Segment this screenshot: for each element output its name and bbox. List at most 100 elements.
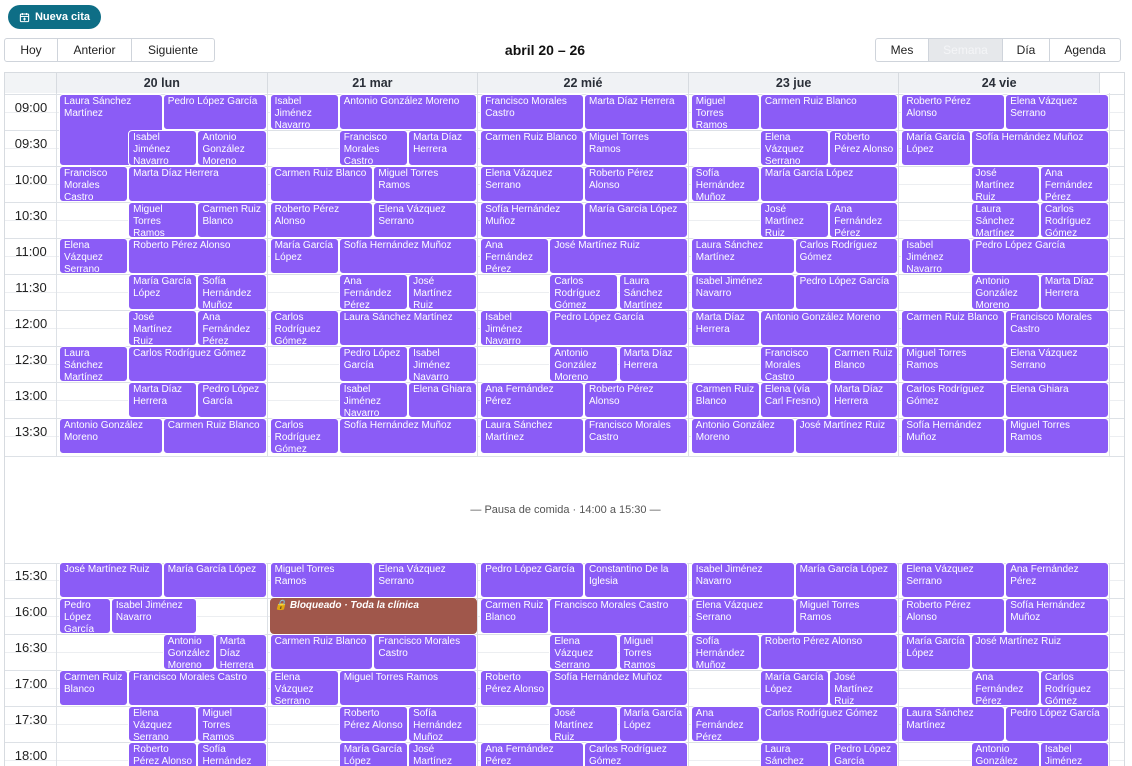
appointment-event[interactable]: Carlos Rodríguez Gómez — [901, 382, 1006, 418]
appointment-event[interactable]: Sofía Hernández Muñoz — [197, 274, 267, 310]
appointment-event[interactable]: Constantino De la Iglesia — [584, 562, 688, 598]
appointment-event[interactable]: María García López — [584, 202, 688, 238]
appointment-event[interactable]: Ana Fernández Pérez — [197, 310, 267, 346]
appointment-event[interactable]: Pedro López García — [197, 382, 267, 418]
appointment-event[interactable]: Francisco Morales Castro — [759, 346, 830, 382]
appointment-event[interactable]: Ana Fernández Pérez — [1039, 166, 1109, 202]
appointment-event[interactable]: Carmen Ruiz Blanco — [759, 94, 899, 130]
appointment-event[interactable]: Elena Ghiara — [1005, 382, 1109, 418]
appointment-event[interactable]: José Martínez Ruiz — [408, 274, 478, 310]
appointment-event[interactable]: Roberto Pérez Alonso — [901, 94, 1006, 130]
appointment-event[interactable]: José Martínez Ruiz — [794, 418, 899, 454]
appointment-event[interactable]: Isabel Jiménez Navarro — [690, 274, 795, 310]
view-week-button[interactable]: Semana — [928, 38, 1003, 62]
appointment-event[interactable]: Roberto Pérez Alonso — [584, 382, 688, 418]
previous-button[interactable]: Anterior — [57, 38, 132, 62]
appointment-event[interactable]: Sofía Hernández Muñoz — [338, 418, 478, 454]
appointment-event[interactable]: Roberto Pérez Alonso — [759, 634, 899, 670]
appointment-event[interactable]: Roberto Pérez Alonso — [128, 742, 198, 766]
appointment-event[interactable]: Isabel Jiménez Navarro — [408, 346, 478, 382]
appointment-event[interactable]: Marta Díaz Herrera — [1039, 274, 1109, 310]
appointment-event[interactable]: Francisco Morales Castro — [128, 670, 267, 706]
appointment-event[interactable]: Antonio González Moreno — [690, 418, 795, 454]
appointment-event[interactable]: Ana Fernández Pérez — [970, 670, 1040, 706]
appointment-event[interactable]: Carmen Ruiz Blanco — [197, 202, 267, 238]
appointment-event[interactable]: Antonio González Moreno — [549, 346, 619, 382]
appointment-event[interactable]: Isabel Jiménez Navarro — [1039, 742, 1109, 766]
appointment-event[interactable]: Isabel Jiménez Navarro — [901, 238, 971, 274]
appointment-event[interactable]: Miguel Torres Ramos — [794, 598, 899, 634]
appointment-event[interactable]: Pedro López García — [59, 598, 111, 634]
appointment-event[interactable]: Carlos Rodríguez Gómez — [269, 310, 339, 346]
appointment-event[interactable]: Ana Fernández Pérez — [690, 706, 760, 742]
appointment-event[interactable]: Carmen Ruiz Blanco — [480, 598, 550, 634]
appointment-event[interactable]: Elena Vázquez Serrano — [480, 166, 584, 202]
appointment-event[interactable]: Pedro López García — [338, 346, 408, 382]
appointment-event[interactable]: Carlos Rodríguez Gómez — [1039, 202, 1109, 238]
appointment-event[interactable]: Elena Vázquez Serrano — [373, 562, 478, 598]
appointment-event[interactable]: Carmen Ruiz Blanco — [162, 418, 267, 454]
day-header[interactable]: 21 mar — [267, 73, 479, 93]
appointment-event[interactable]: Roberto Pérez Alonso — [584, 166, 688, 202]
next-button[interactable]: Siguiente — [131, 38, 215, 62]
appointment-event[interactable]: María García López — [269, 238, 339, 274]
appointment-event[interactable]: Pedro López García — [162, 94, 267, 130]
appointment-event[interactable]: Elena Vázquez Serrano — [1005, 346, 1109, 382]
appointment-event[interactable]: María García López — [338, 742, 408, 766]
appointment-event[interactable]: Ana Fernández Pérez — [480, 238, 550, 274]
appointment-event[interactable]: Marta Díaz Herrera — [690, 310, 760, 346]
appointment-event[interactable]: Antonio González Moreno — [162, 634, 215, 670]
appointment-event[interactable]: Isabel Jiménez Navarro — [269, 94, 339, 130]
appointment-event[interactable]: María García López — [162, 562, 267, 598]
appointment-event[interactable]: Antonio González Moreno — [970, 742, 1040, 766]
appointment-event[interactable]: Roberto Pérez Alonso — [829, 130, 899, 166]
appointment-event[interactable]: Ana Fernández Pérez — [338, 274, 408, 310]
appointment-event[interactable]: Carlos Rodríguez Gómez — [269, 418, 339, 454]
appointment-event[interactable]: Sofía Hernández Muñoz — [1005, 598, 1109, 634]
appointment-event[interactable]: Carlos Rodríguez Gómez — [1039, 670, 1109, 706]
appointment-event[interactable]: Antonio González Moreno — [759, 310, 899, 346]
appointment-event[interactable]: Francisco Morales Castro — [480, 94, 584, 130]
appointment-event[interactable]: Miguel Torres Ramos — [690, 94, 760, 130]
appointment-event[interactable]: Isabel Jiménez Navarro — [110, 598, 198, 634]
view-month-button[interactable]: Mes — [875, 38, 929, 62]
appointment-event[interactable]: Francisco Morales Castro — [373, 634, 478, 670]
appointment-event[interactable]: Miguel Torres Ramos — [901, 346, 1006, 382]
new-appointment-button[interactable]: Nueva cita — [8, 5, 101, 29]
appointment-event[interactable]: María García López — [618, 706, 688, 742]
appointment-event[interactable]: Elena Ghiara — [408, 382, 478, 418]
appointment-event[interactable]: Antonio González Moreno — [338, 94, 478, 130]
appointment-event[interactable]: Carmen Ruiz Blanco — [480, 130, 584, 166]
appointment-event[interactable]: Miguel Torres Ramos — [373, 166, 478, 202]
appointment-event[interactable]: Laura Sánchez Martínez — [338, 310, 478, 346]
appointment-event[interactable]: Marta Díaz Herrera — [128, 166, 267, 202]
appointment-event[interactable]: Miguel Torres Ramos — [338, 670, 478, 706]
appointment-event[interactable]: Francisco Morales Castro — [1005, 310, 1109, 346]
appointment-event[interactable]: Pedro López García — [794, 274, 899, 310]
appointment-event[interactable]: Sofía Hernández Muñoz — [338, 238, 478, 274]
appointment-event[interactable]: María García López — [128, 274, 198, 310]
appointment-event[interactable]: Isabel Jiménez Navarro — [128, 130, 198, 166]
day-header[interactable]: 22 mié — [478, 73, 689, 93]
appointment-event[interactable]: María García López — [759, 670, 830, 706]
appointment-event[interactable]: Elena Vázquez Serrano — [269, 670, 339, 706]
appointment-event[interactable]: Pedro López García — [829, 742, 899, 766]
appointment-event[interactable]: Sofía Hernández Muñoz — [970, 130, 1109, 166]
appointment-event[interactable]: Elena Vázquez Serrano — [759, 130, 830, 166]
appointment-event[interactable]: Carmen Ruiz Blanco — [901, 310, 1006, 346]
appointment-event[interactable]: Miguel Torres Ramos — [197, 706, 267, 742]
appointment-event[interactable]: María García López — [759, 166, 899, 202]
appointment-event[interactable]: Carlos Rodríguez Gómez — [584, 742, 688, 766]
appointment-event[interactable]: Elena Vázquez Serrano — [373, 202, 478, 238]
day-header[interactable]: 23 jue — [688, 73, 900, 93]
appointment-event[interactable]: Sofía Hernández Muñoz — [197, 742, 267, 766]
appointment-event[interactable]: Elena Vázquez Serrano — [901, 562, 1006, 598]
appointment-event[interactable]: María García López — [901, 634, 971, 670]
appointment-event[interactable]: José Martínez Ruiz — [759, 202, 830, 238]
appointment-event[interactable]: Miguel Torres Ramos — [618, 634, 688, 670]
appointment-event[interactable]: Miguel Torres Ramos — [128, 202, 198, 238]
appointment-event[interactable]: Sofía Hernández Muñoz — [690, 166, 760, 202]
appointment-event[interactable]: Elena (vía Carl Fresno) — [759, 382, 830, 418]
appointment-event[interactable]: José Martínez Ruiz — [59, 562, 163, 598]
appointment-event[interactable]: Roberto Pérez Alonso — [901, 598, 1006, 634]
